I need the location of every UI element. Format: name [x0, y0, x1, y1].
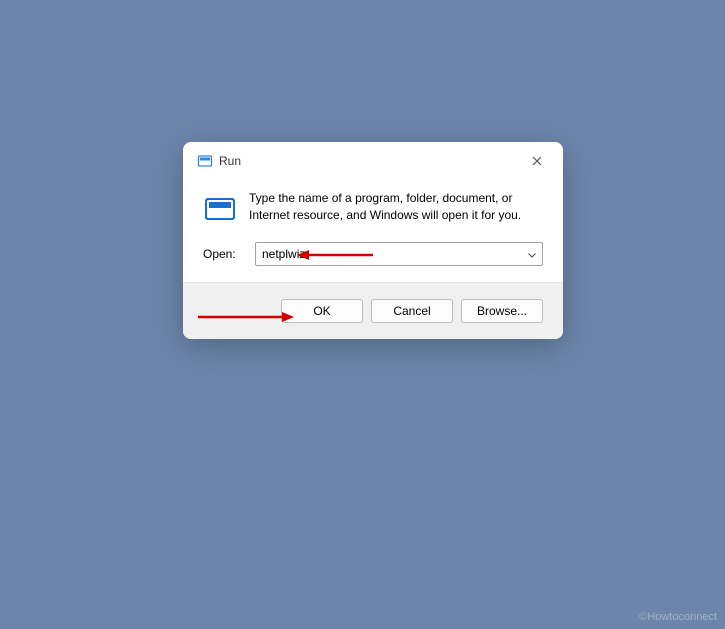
- dialog-title: Run: [219, 154, 523, 168]
- run-title-icon: [197, 153, 213, 169]
- description-text: Type the name of a program, folder, docu…: [249, 190, 543, 224]
- close-button[interactable]: [523, 149, 551, 173]
- open-label: Open:: [203, 247, 245, 261]
- close-icon: [532, 156, 542, 166]
- open-combobox[interactable]: [255, 242, 543, 266]
- run-icon: [203, 192, 237, 226]
- button-panel: OK Cancel Browse...: [183, 282, 563, 339]
- ok-button[interactable]: OK: [281, 299, 363, 323]
- watermark: ©Howtoconnect: [639, 611, 717, 623]
- open-row: Open:: [203, 242, 543, 266]
- description-row: Type the name of a program, folder, docu…: [203, 190, 543, 226]
- cancel-button[interactable]: Cancel: [371, 299, 453, 323]
- titlebar: Run: [183, 142, 563, 176]
- run-dialog: Run Type the name of a program, folder, …: [183, 142, 563, 339]
- dialog-content: Type the name of a program, folder, docu…: [183, 176, 563, 282]
- open-input[interactable]: [256, 243, 542, 265]
- browse-button[interactable]: Browse...: [461, 299, 543, 323]
